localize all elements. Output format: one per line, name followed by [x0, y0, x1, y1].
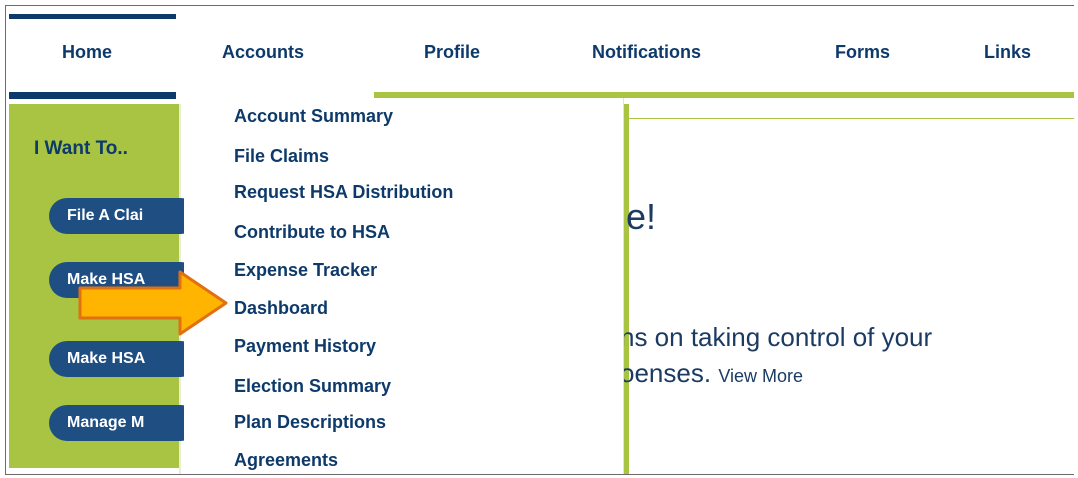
main-top-rule	[623, 118, 1074, 119]
menu-item-file-claims[interactable]: File Claims	[234, 146, 329, 167]
intro-line-1: ns on taking control of your	[620, 322, 933, 352]
menu-item-payment-history[interactable]: Payment History	[234, 336, 376, 357]
tab-home[interactable]: Home	[62, 6, 112, 98]
tab-accounts[interactable]: Accounts	[222, 6, 304, 98]
callout-arrow-icon	[76, 268, 246, 338]
sidebar-title: I Want To..	[34, 138, 128, 159]
file-claim-button[interactable]: File A Clai	[49, 198, 199, 234]
tab-profile[interactable]: Profile	[424, 6, 480, 98]
tab-links[interactable]: Links	[984, 6, 1031, 98]
menu-item-request-hsa-distribution[interactable]: Request HSA Distribution	[234, 182, 453, 203]
menu-item-contribute-to-hsa[interactable]: Contribute to HSA	[234, 222, 390, 243]
sidebar-bottom-gap	[9, 468, 179, 474]
tab-notifications[interactable]: Notifications	[592, 6, 701, 98]
make-hsa-payment-button[interactable]: Make HSA	[49, 341, 199, 377]
menu-item-plan-descriptions[interactable]: Plan Descriptions	[234, 412, 386, 433]
menu-item-account-summary[interactable]: Account Summary	[234, 106, 393, 127]
manage-button[interactable]: Manage M	[49, 405, 199, 441]
view-more-link[interactable]: View More	[718, 366, 803, 386]
top-nav: Home Accounts Profile Notifications Form…	[6, 6, 1074, 99]
intro-line-2-text: oenses.	[620, 358, 712, 388]
menu-item-election-summary[interactable]: Election Summary	[234, 376, 391, 397]
intro-line-2: oenses. View More	[620, 358, 803, 389]
menu-item-dashboard[interactable]: Dashboard	[234, 298, 328, 319]
tab-forms[interactable]: Forms	[835, 6, 890, 98]
portal-frame: Home Accounts Profile Notifications Form…	[5, 5, 1074, 475]
menu-item-agreements[interactable]: Agreements	[234, 450, 338, 471]
menu-item-expense-tracker[interactable]: Expense Tracker	[234, 260, 377, 281]
